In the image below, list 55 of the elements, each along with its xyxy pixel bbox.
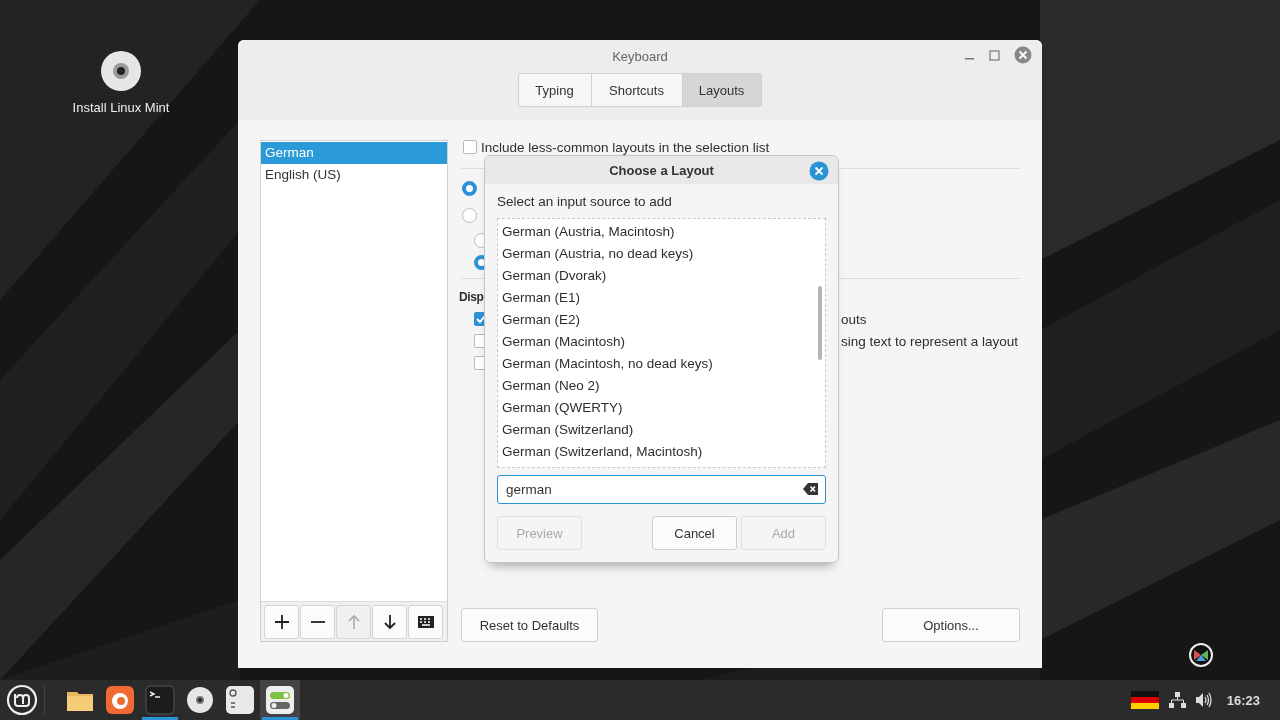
list-item[interactable]: German (Neo 2) — [498, 375, 825, 397]
maximize-icon[interactable] — [989, 49, 1000, 61]
dialog-button[interactable]: Cancel — [652, 516, 737, 550]
list-item[interactable]: German (E2) — [498, 309, 825, 331]
disc-icon[interactable] — [100, 50, 142, 92]
close-icon[interactable] — [1014, 46, 1032, 64]
keyboard-button[interactable] — [408, 604, 443, 639]
options-button[interactable]: Options... — [882, 608, 1020, 642]
close-icon[interactable] — [809, 161, 829, 181]
clock[interactable]: 16:23 — [1226, 692, 1260, 708]
browser-icon — [105, 685, 135, 715]
taskbar-item[interactable] — [260, 680, 300, 720]
notes-icon — [225, 685, 255, 715]
list-item[interactable]: German (Macintosh, no dead keys) — [498, 353, 825, 375]
list-item[interactable]: German (Switzerland, Macintosh) — [498, 441, 825, 463]
keyboard-icon — [417, 613, 434, 630]
prompt-text: Select an input source to add — [497, 194, 673, 211]
dialog-title: Choose a Layout — [609, 162, 714, 178]
menu-icon[interactable] — [6, 684, 38, 716]
down-arrow-button[interactable] — [372, 604, 407, 639]
reset-button[interactable]: Reset to Defaults — [461, 608, 598, 642]
search-field[interactable]: german — [497, 475, 826, 504]
remove-button[interactable] — [300, 604, 335, 639]
terminal-icon — [145, 685, 175, 715]
section-heading: Disp — [459, 289, 484, 306]
network-icon[interactable] — [1168, 692, 1186, 708]
window-title: Keyboard — [612, 48, 668, 64]
down-arrow-icon — [381, 613, 398, 630]
clear-icon[interactable] — [803, 482, 818, 496]
list-item[interactable]: German (Austria, no dead keys) — [498, 243, 825, 265]
list-item[interactable]: German (Austria, Macintosh) — [498, 221, 825, 243]
add-button[interactable] — [264, 604, 299, 639]
list-item[interactable]: English (US) — [261, 164, 447, 186]
scrollbar[interactable] — [818, 286, 822, 360]
add-icon — [273, 613, 290, 630]
volume-icon[interactable] — [1195, 692, 1213, 708]
list-item[interactable]: German (Dvorak) — [498, 265, 825, 287]
icon-label[interactable]: Install Linux Mint — [72, 100, 170, 115]
remove-icon — [309, 620, 326, 623]
disc-icon — [185, 685, 215, 715]
flag-icon[interactable] — [1130, 691, 1159, 709]
list-item[interactable]: German (Switzerland) — [498, 419, 825, 441]
tab[interactable]: Shortcuts — [590, 73, 683, 107]
checkbox[interactable] — [463, 140, 477, 154]
toggles-icon — [265, 685, 295, 715]
checkbox-label: Include less-common layouts in the selection list — [481, 140, 770, 154]
list-item[interactable]: German (E1) — [498, 287, 825, 309]
checkbox-label: sing text to represent a layout — [841, 333, 1019, 349]
tab[interactable]: Typing — [517, 73, 592, 107]
tab[interactable]: Layouts — [681, 73, 762, 107]
checkbox-label: outs — [841, 311, 867, 327]
list-item[interactable]: German (QWERTY) — [498, 397, 825, 419]
radio-button[interactable] — [462, 181, 477, 196]
radio-button[interactable] — [462, 208, 477, 223]
list-item[interactable]: German (Macintosh) — [498, 331, 825, 353]
